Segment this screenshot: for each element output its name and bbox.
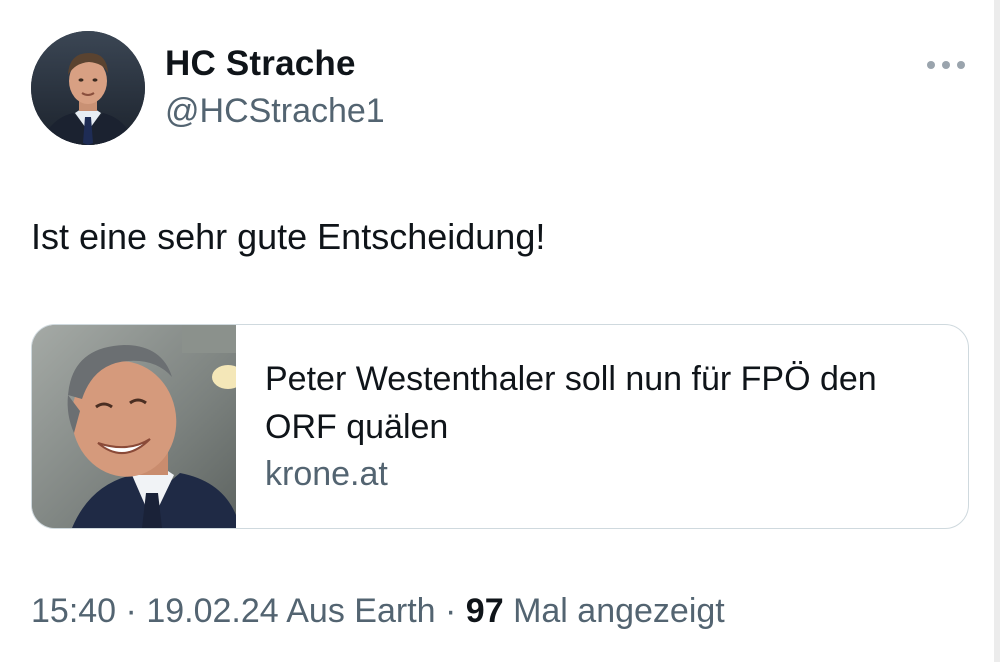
author-handle[interactable]: @HCStrache1	[165, 92, 385, 131]
tweet-time[interactable]: 15:40	[31, 592, 116, 630]
tweet-text: Ist eine sehr gute Entscheidung!	[31, 216, 546, 257]
views-label[interactable]: Mal angezeigt	[513, 592, 725, 630]
card-title: Peter Westenthaler soll nun für FPÖ den …	[265, 360, 877, 446]
tweet-meta: 15:40 · 19.02.24 Aus Earth · 97 Mal ange…	[31, 592, 725, 631]
meta-separator: ·	[435, 592, 466, 630]
views-count[interactable]: 97	[466, 592, 504, 630]
more-options-button[interactable]	[922, 50, 970, 80]
scrollbar[interactable]	[994, 0, 1000, 662]
avatar[interactable]	[31, 31, 145, 145]
more-dots-icon	[927, 61, 965, 69]
tweet-source: Aus Earth	[286, 592, 436, 630]
meta-separator: ·	[116, 592, 147, 630]
tweet-date[interactable]: 19.02.24	[146, 592, 278, 630]
tweet-page: HC Strache @HCStrache1 Ist eine sehr gut…	[0, 0, 1000, 662]
card-image	[32, 325, 236, 528]
link-preview-card[interactable]: Peter Westenthaler soll nun für FPÖ den …	[31, 324, 969, 529]
card-domain: krone.at	[265, 455, 388, 493]
avatar-photo	[31, 31, 145, 145]
author-name[interactable]: HC Strache	[165, 44, 356, 84]
article-photo	[32, 325, 236, 528]
